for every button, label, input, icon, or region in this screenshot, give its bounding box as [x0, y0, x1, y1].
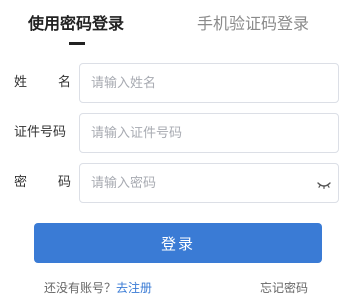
- eye-closed-icon[interactable]: [316, 176, 332, 190]
- login-button[interactable]: 登录: [34, 223, 322, 263]
- name-row: 姓 名: [0, 63, 361, 103]
- no-account-text: 还没有账号？: [44, 281, 117, 295]
- register-prompt: 还没有账号？去注册: [44, 279, 152, 297]
- name-label-char-2: 名: [57, 75, 71, 90]
- login-panel: 使用密码登录 手机验证码登录 姓 名 证件号码 密 码 登录 还没有账号？去注册: [0, 0, 361, 305]
- password-row: 密 码: [0, 163, 361, 203]
- password-label: 密 码: [14, 163, 71, 203]
- id-number-row: 证件号码: [0, 113, 361, 153]
- name-label-char-1: 姓: [14, 75, 28, 90]
- tab-password-login[interactable]: 使用密码登录: [28, 14, 124, 34]
- forgot-password-link[interactable]: 忘记密码: [260, 279, 308, 297]
- id-number-input[interactable]: [79, 113, 339, 153]
- name-input[interactable]: [79, 63, 339, 103]
- password-input[interactable]: [79, 163, 339, 203]
- tab-sms-login[interactable]: 手机验证码登录: [197, 14, 309, 34]
- id-number-label: 证件号码: [14, 125, 67, 140]
- password-label-char-1: 密: [14, 175, 28, 190]
- active-tab-indicator: [69, 42, 85, 45]
- register-link[interactable]: 去注册: [116, 281, 152, 295]
- name-label: 姓 名: [14, 63, 71, 103]
- password-label-char-2: 码: [57, 175, 71, 190]
